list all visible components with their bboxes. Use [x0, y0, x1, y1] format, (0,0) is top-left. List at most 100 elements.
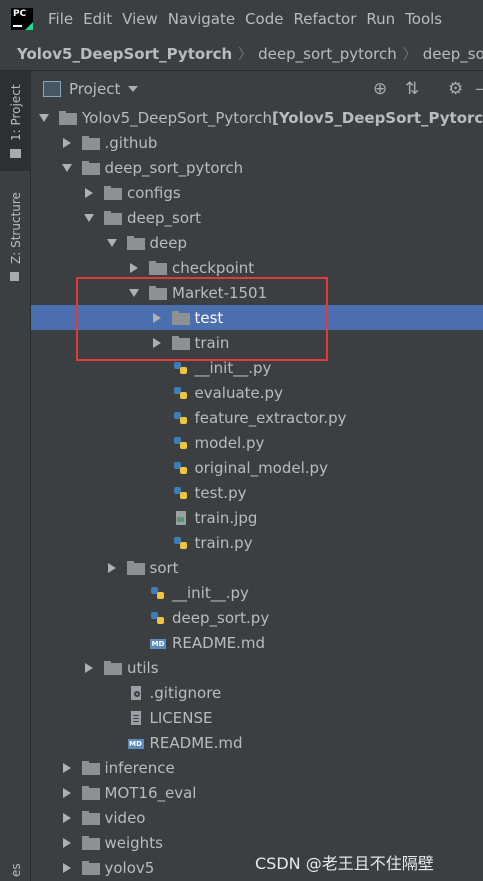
crosshair-icon[interactable]: ⊕ — [373, 79, 387, 99]
tree-file-row[interactable]: test.py — [31, 480, 483, 505]
menu-refactor[interactable]: Refactor — [288, 0, 361, 38]
folder-icon — [81, 760, 100, 775]
tree-file-row[interactable]: model.py — [31, 430, 483, 455]
tree-file-row[interactable]: LICENSE — [31, 705, 483, 730]
tree-item-label: evaluate.py — [194, 383, 283, 402]
tree-file-row[interactable]: feature_extractor.py — [31, 405, 483, 430]
minimize-icon[interactable]: — — [475, 79, 483, 99]
tree-folder-row[interactable]: deep_sort_pytorch — [31, 155, 483, 180]
folder-icon — [104, 185, 122, 200]
project-tool-tab[interactable]: 1: Project — [0, 71, 30, 171]
chevron-down-icon[interactable] — [128, 86, 139, 92]
folder-icon — [81, 835, 100, 850]
tree-item-label: .github — [104, 133, 158, 152]
structure-icon — [10, 272, 19, 281]
tree-folder-row[interactable]: configs — [31, 180, 483, 205]
menu-file[interactable]: File — [43, 0, 78, 38]
expand-arrow-right-icon[interactable] — [82, 186, 96, 200]
breadcrumb: Yolov5_DeepSort_Pytorch 〉 deep_sort_pyto… — [0, 38, 483, 71]
folder-icon — [81, 860, 100, 875]
gear-icon[interactable]: ⚙ — [448, 79, 463, 99]
tree-file-row[interactable]: original_model.py — [31, 455, 483, 480]
tree-item-label: deep_sort_pytorch — [104, 158, 244, 177]
breadcrumb-deep-sort-pytorch[interactable]: deep_sort_pytorch — [252, 45, 403, 63]
tree-item-label: MOT16_eval — [104, 783, 197, 802]
folder-icon — [149, 260, 167, 275]
tree-folder-row[interactable]: sort — [31, 555, 483, 580]
tree-file-row[interactable]: deep_sort.py — [31, 605, 483, 630]
expand-arrow-right-icon[interactable] — [82, 661, 96, 675]
menu-tools[interactable]: Tools — [400, 0, 447, 38]
tree-item-label: Yolov5_DeepSort_Pytorch — [82, 108, 272, 127]
menu-navigate[interactable]: Navigate — [163, 0, 240, 38]
tree-file-row[interactable]: train.jpg — [31, 505, 483, 530]
menu-run[interactable]: Run — [361, 0, 400, 38]
tree-item-label: README.md — [172, 633, 266, 652]
red-highlight-box — [76, 277, 328, 361]
expand-arrow-down-icon[interactable] — [37, 111, 51, 125]
python-file-icon — [172, 486, 190, 500]
structure-tool-tab[interactable]: Z: Structure — [0, 176, 30, 286]
gitignore-file-icon — [127, 685, 145, 700]
python-file-icon — [172, 411, 190, 425]
tree-file-row[interactable]: evaluate.py — [31, 380, 483, 405]
tree-item-label: train.jpg — [194, 508, 258, 527]
tree-file-row[interactable]: __init__.py — [31, 580, 483, 605]
markdown-badge: MD — [127, 738, 144, 749]
text-file-icon — [127, 710, 145, 725]
tree-folder-row[interactable]: video — [31, 805, 483, 830]
expand-arrow-right-icon[interactable] — [60, 861, 74, 875]
tree-folder-row[interactable]: deep_sort — [31, 205, 483, 230]
collapse-all-icon[interactable]: ⇅ — [405, 79, 419, 99]
tree-item-label: original_model.py — [194, 458, 328, 477]
breadcrumb-deep-sort[interactable]: deep_sort — [417, 45, 483, 63]
folder-icon — [59, 110, 77, 125]
expand-arrow-right-icon[interactable] — [60, 811, 74, 825]
tree-item-label: yolov5 — [104, 858, 155, 877]
expand-arrow-right-icon[interactable] — [60, 136, 74, 150]
menu-edit[interactable]: Edit — [78, 0, 117, 38]
bottom-tool-tab-label[interactable]: es — [9, 863, 23, 877]
tree-folder-row[interactable]: Yolov5_DeepSort_Pytorch [Yolov5_DeepSort… — [31, 107, 483, 130]
python-file-icon — [149, 586, 167, 600]
tree-item-label: model.py — [194, 433, 265, 452]
menu-code[interactable]: Code — [240, 0, 288, 38]
expand-arrow-down-icon[interactable] — [82, 211, 96, 225]
tree-file-row[interactable]: MD README.md — [31, 730, 483, 755]
tree-folder-row[interactable]: .github — [31, 130, 483, 155]
python-file-icon — [172, 361, 190, 375]
tree-folder-row[interactable]: utils — [31, 655, 483, 680]
breadcrumb-project[interactable]: Yolov5_DeepSort_Pytorch — [0, 45, 238, 63]
tree-file-row[interactable]: .gitignore — [31, 680, 483, 705]
tree-file-row[interactable]: MD README.md — [31, 630, 483, 655]
expand-arrow-right-icon[interactable] — [60, 761, 74, 775]
tree-item-label: configs — [127, 183, 181, 202]
tree-file-row[interactable]: train.py — [31, 530, 483, 555]
markdown-file-icon: MD — [127, 736, 145, 750]
tree-folder-row[interactable]: MOT16_eval — [31, 780, 483, 805]
expand-arrow-right-icon[interactable] — [127, 261, 141, 275]
expand-arrow-right-icon[interactable] — [60, 786, 74, 800]
tree-folder-row[interactable]: inference — [31, 755, 483, 780]
breadcrumb-separator-icon: 〉 — [238, 47, 253, 63]
project-tree: Yolov5_DeepSort_Pytorch [Yolov5_DeepSort… — [31, 107, 483, 881]
expand-arrow-right-icon[interactable] — [60, 836, 74, 850]
menu-view[interactable]: View — [117, 0, 163, 38]
expand-arrow-down-icon[interactable] — [105, 236, 119, 250]
tree-item-label: feature_extractor.py — [194, 408, 347, 427]
panel-title[interactable]: Project — [69, 80, 120, 98]
tree-folder-row[interactable]: deep — [31, 230, 483, 255]
tree-item-label: sort — [149, 558, 179, 577]
expand-arrow-right-icon[interactable] — [105, 561, 119, 575]
expand-arrow-down-icon[interactable] — [60, 161, 74, 175]
